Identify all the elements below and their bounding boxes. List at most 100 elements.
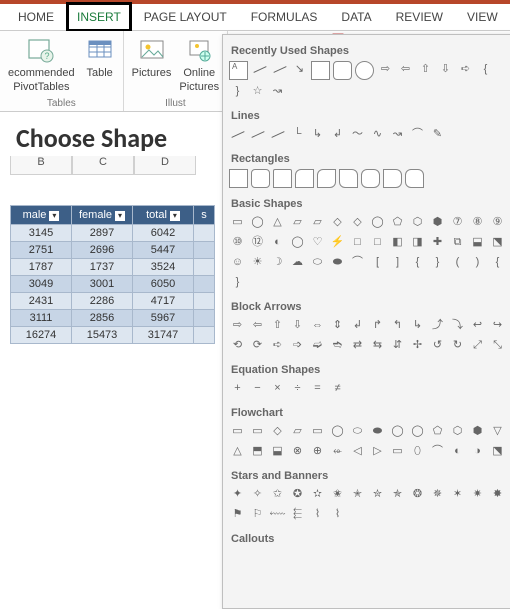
shape-item[interactable]: ⇔ — [309, 317, 326, 334]
shape-item[interactable]: □ — [349, 234, 366, 251]
col-header-c[interactable]: C — [72, 156, 134, 175]
shape-curve3[interactable]: ↝ — [389, 126, 406, 143]
header-male[interactable]: male▾ — [11, 206, 72, 225]
tab-insert[interactable]: INSERT — [66, 2, 132, 32]
shape-item[interactable]: ➬ — [329, 337, 346, 354]
table-cell[interactable]: 6050 — [133, 276, 194, 293]
shape-item[interactable]: ⟲ — [229, 337, 246, 354]
shape-line-1[interactable] — [229, 126, 246, 143]
table-cell[interactable]: 2856 — [72, 310, 133, 327]
table-cell[interactable]: 5967 — [133, 310, 194, 327]
shape-item[interactable]: ⬬ — [329, 254, 346, 271]
shape-item[interactable]: ▭ — [309, 423, 326, 440]
shape-item[interactable]: □ — [369, 234, 386, 251]
shape-item[interactable]: ⇄ — [349, 337, 366, 354]
shape-neq[interactable]: ≠ — [329, 380, 346, 397]
shape-item[interactable]: ⑧ — [469, 214, 486, 231]
shape-item[interactable]: ◯ — [409, 423, 426, 440]
shape-item[interactable]: ◯ — [289, 234, 306, 251]
shape-item[interactable]: ◯ — [329, 423, 346, 440]
shape-item[interactable]: ⬱ — [289, 506, 306, 523]
shape-item[interactable]: ✚ — [429, 234, 446, 251]
shape-item[interactable]: ✦ — [229, 486, 246, 503]
table-cell[interactable]: 2286 — [72, 293, 133, 310]
shape-rect-9[interactable] — [405, 169, 424, 188]
shape-right-arrow[interactable]: ⇨ — [377, 61, 394, 78]
shape-item[interactable]: ✪ — [289, 486, 306, 503]
shape-item[interactable]: ⇦ — [249, 317, 266, 334]
header-female[interactable]: female▾ — [72, 206, 133, 225]
shape-item[interactable]: ⬓ — [469, 234, 486, 251]
shape-item[interactable]: ⑦ — [449, 214, 466, 231]
online-pictures-button[interactable]: Online Pictures — [179, 35, 219, 93]
shape-item[interactable]: ◇ — [349, 214, 366, 231]
header-total[interactable]: total▾ — [133, 206, 194, 225]
tab-formulas[interactable]: FORMULAS — [239, 4, 330, 30]
shape-equals[interactable]: = — [309, 380, 326, 397]
shape-item[interactable]: ⬰ — [329, 443, 346, 460]
col-header-d[interactable]: D — [134, 156, 196, 175]
shape-item[interactable]: ◯ — [249, 214, 266, 231]
filter-icon[interactable]: ▾ — [115, 211, 125, 221]
shape-item[interactable]: ⇕ — [329, 317, 346, 334]
shape-item[interactable]: { — [489, 254, 506, 271]
table-cell[interactable]: 2431 — [11, 293, 72, 310]
shape-star[interactable]: ☆ — [249, 83, 266, 100]
shape-item[interactable]: ⬢ — [429, 214, 446, 231]
table-cell[interactable]: 4717 — [133, 293, 194, 310]
shape-rect-7[interactable] — [361, 169, 380, 188]
shape-textbox[interactable]: A — [229, 61, 248, 80]
table-cell[interactable]: 2751 — [11, 242, 72, 259]
shape-item[interactable]: ⌇ — [309, 506, 326, 523]
shape-arrow-right2[interactable]: ➪ — [457, 61, 474, 78]
shape-item[interactable]: ▭ — [249, 423, 266, 440]
table-cell[interactable]: 31747 — [133, 327, 194, 344]
shape-item[interactable]: ✢ — [409, 337, 426, 354]
shape-item[interactable]: ⇨ — [229, 317, 246, 334]
shape-item[interactable]: ⌇ — [329, 506, 346, 523]
shape-item[interactable]: ☁ — [289, 254, 306, 271]
shape-left-arrow[interactable]: ⇦ — [397, 61, 414, 78]
shape-item[interactable]: ⬳ — [269, 506, 286, 523]
shape-item[interactable]: ⤢ — [469, 337, 486, 354]
shape-item[interactable]: ◯ — [389, 423, 406, 440]
shape-item[interactable]: ◐ — [449, 443, 466, 460]
table-cell[interactable]: 6042 — [133, 225, 194, 242]
shape-item[interactable]: ↳ — [409, 317, 426, 334]
shape-item[interactable]: ◁ — [349, 443, 366, 460]
shape-item[interactable]: ⤴ — [429, 317, 446, 334]
shape-item[interactable]: ❂ — [409, 486, 426, 503]
shape-item[interactable]: ◇ — [269, 423, 286, 440]
shape-item[interactable]: ↩ — [469, 317, 486, 334]
shape-item[interactable]: ⌒ — [429, 443, 446, 460]
shape-item[interactable]: ✧ — [249, 486, 266, 503]
table-cell[interactable]: 1787 — [11, 259, 72, 276]
shape-item[interactable]: ⬔ — [489, 443, 506, 460]
shape-item[interactable]: ↻ — [449, 337, 466, 354]
tab-view[interactable]: VIEW — [455, 4, 510, 30]
shape-item[interactable]: ⤵ — [449, 317, 466, 334]
shape-item[interactable]: ♡ — [309, 234, 326, 251]
shape-item[interactable]: ✭ — [349, 486, 366, 503]
table-cell[interactable]: 2696 — [72, 242, 133, 259]
shape-plus[interactable]: + — [229, 380, 246, 397]
tab-page-layout[interactable]: PAGE LAYOUT — [132, 4, 239, 30]
shape-item[interactable]: ⇆ — [369, 337, 386, 354]
shape-curve2[interactable]: ∿ — [369, 126, 386, 143]
filter-icon[interactable]: ▾ — [170, 211, 180, 221]
shape-item[interactable]: ◑ — [469, 443, 486, 460]
table-cell[interactable]: 3049 — [11, 276, 72, 293]
shape-up-arrow[interactable]: ⇧ — [417, 61, 434, 78]
shape-item[interactable]: ➩ — [289, 337, 306, 354]
shape-elbow-double[interactable]: ↲ — [329, 126, 346, 143]
shape-item[interactable]: ▱ — [309, 214, 326, 231]
shape-item[interactable]: ⇧ — [269, 317, 286, 334]
shape-item[interactable]: ✷ — [469, 486, 486, 503]
shape-item[interactable]: ✩ — [269, 486, 286, 503]
shape-item[interactable]: ◧ — [389, 234, 406, 251]
shape-item[interactable]: ▷ — [369, 443, 386, 460]
header-s[interactable]: s — [194, 206, 215, 225]
shape-rect-5[interactable] — [317, 169, 336, 188]
shape-item[interactable]: ⬯ — [409, 443, 426, 460]
shape-connector[interactable]: ↘ — [291, 61, 308, 78]
